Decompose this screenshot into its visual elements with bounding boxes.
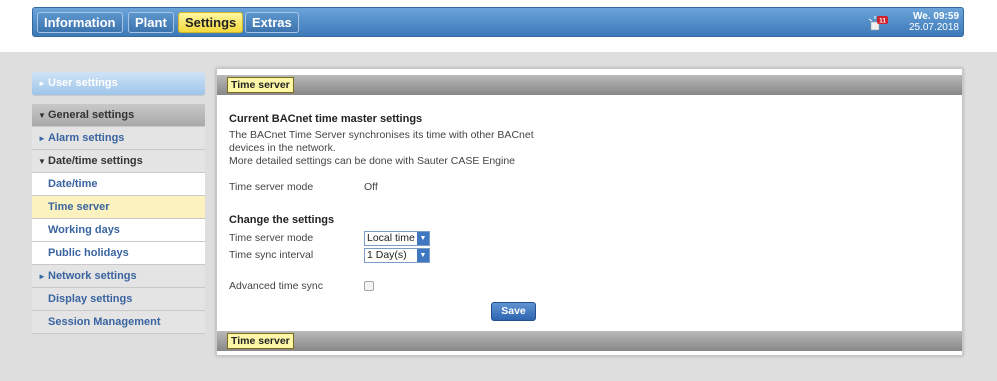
section-heading: Current BACnet time master settings: [229, 113, 423, 125]
sidebar-item-display-settings[interactable]: Display settings: [32, 288, 205, 311]
sidebar-item-label: Date/time settings: [48, 155, 143, 167]
clock-date: 25.07.2018: [908, 22, 959, 33]
change-heading: Change the settings: [229, 214, 335, 226]
tab-time-server-bottom[interactable]: Time server: [227, 333, 294, 349]
sidebar-item-network-settings[interactable]: ► Network settings: [32, 265, 205, 288]
chevron-right-icon: ►: [38, 79, 46, 88]
nav-bar: Information Plant Settings Extras 11 We.…: [32, 7, 964, 37]
header: Information Plant Settings Extras 11 We.…: [0, 0, 997, 52]
save-button[interactable]: Save: [491, 302, 536, 321]
time-server-mode-select[interactable]: Local time ▼: [364, 231, 430, 246]
description-line: The BACnet Time Server synchronises its …: [229, 129, 534, 141]
panel-footer: Time server: [217, 331, 962, 351]
tab-settings[interactable]: Settings: [178, 12, 244, 33]
sidebar-item-datetime-settings[interactable]: ▼ Date/time settings: [32, 150, 205, 173]
chevron-down-icon: ▼: [38, 157, 46, 166]
tab-information[interactable]: Information: [37, 12, 123, 33]
time-sync-interval-select[interactable]: 1 Day(s) ▼: [364, 248, 430, 263]
sidebar-item-label: General settings: [48, 109, 135, 121]
sidebar-item-label: Alarm settings: [48, 132, 125, 144]
alarm-icon[interactable]: 11: [867, 14, 888, 32]
advanced-row: Advanced time sync: [229, 280, 323, 292]
sidebar-item-user-settings[interactable]: ► User settings: [32, 72, 205, 96]
description-line: devices in the network.: [229, 142, 336, 154]
select-value: Local time: [367, 232, 415, 244]
advanced-time-sync-checkbox[interactable]: [364, 281, 374, 291]
current-mode-value: Off: [364, 181, 378, 193]
sidebar-item-public-holidays[interactable]: Public holidays: [32, 242, 205, 265]
chevron-down-icon: ▼: [417, 249, 429, 262]
interval-label: Time sync interval: [229, 249, 314, 261]
advanced-label: Advanced time sync: [229, 280, 323, 292]
current-mode-row: Time server mode Off: [229, 181, 378, 193]
tab-extras[interactable]: Extras: [245, 12, 299, 33]
sidebar-item-label: Network settings: [48, 270, 137, 282]
interval-row: Time sync interval: [229, 249, 313, 261]
chevron-down-icon: ▼: [417, 232, 429, 245]
clock-day: We. 09:59: [913, 11, 959, 22]
chevron-down-icon: ▼: [38, 111, 46, 120]
chevron-right-icon: ►: [38, 134, 46, 143]
select-value: 1 Day(s): [367, 249, 407, 261]
mode-label: Time server mode: [229, 232, 314, 244]
sidebar-item-label: User settings: [48, 77, 118, 89]
tab-time-server[interactable]: Time server: [227, 77, 294, 93]
sidebar-item-working-days[interactable]: Working days: [32, 219, 205, 242]
sidebar-item-alarm-settings[interactable]: ► Alarm settings: [32, 127, 205, 150]
mode-row: Time server mode: [229, 232, 313, 244]
sidebar-item-datetime[interactable]: Date/time: [32, 173, 205, 196]
alarm-count: 11: [879, 18, 886, 25]
current-mode-label: Time server mode: [229, 181, 314, 193]
sidebar-item-time-server[interactable]: Time server: [32, 196, 205, 219]
sidebar: ► User settings ▼ General settings ► Alarm …: [32, 72, 205, 334]
sidebar-item-session-management[interactable]: Session Management: [32, 311, 205, 334]
sidebar-item-general-settings[interactable]: ▼ General settings: [32, 104, 205, 127]
panel-header: Time server: [217, 75, 962, 95]
main-panel: Time server Current BACnet time master s…: [216, 68, 963, 356]
description: The BACnet Time Server synchronises its …: [229, 129, 629, 168]
description-line: More detailed settings can be done with …: [229, 155, 516, 167]
clock: We. 09:59 25.07.2018: [899, 11, 959, 33]
tab-plant[interactable]: Plant: [128, 12, 174, 33]
chevron-right-icon: ►: [38, 272, 46, 281]
